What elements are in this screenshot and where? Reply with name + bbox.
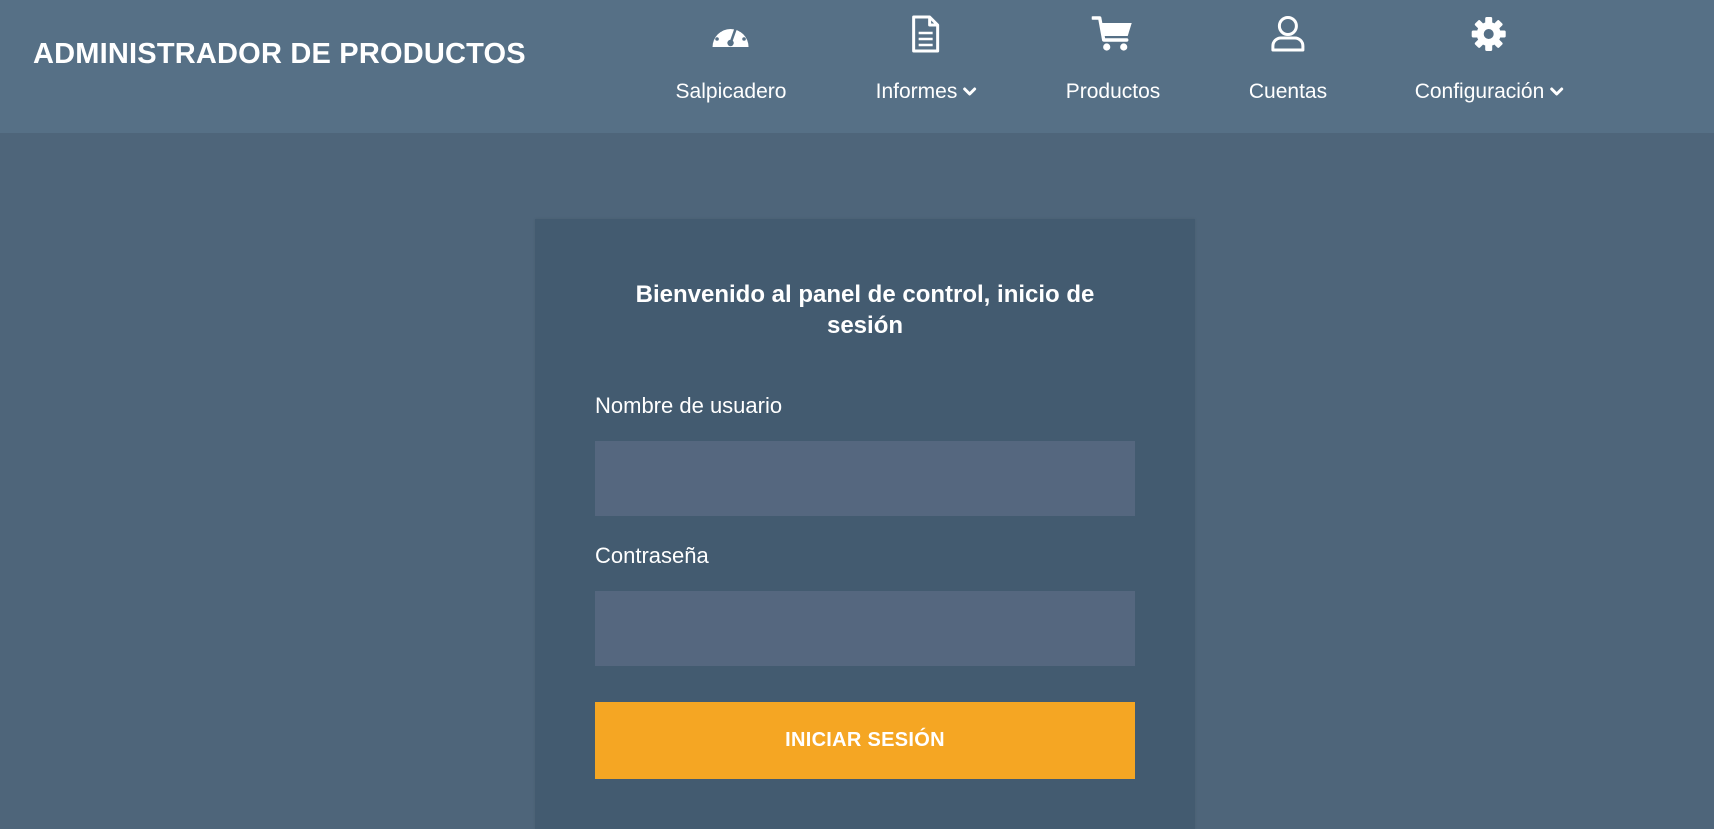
nav-label-configuracion: Configuración xyxy=(1414,80,1545,103)
password-input[interactable] xyxy=(595,591,1135,666)
nav-label-cuentas: Cuentas xyxy=(1248,80,1328,103)
nav-label-productos: Productos xyxy=(1065,80,1161,103)
file-icon xyxy=(905,14,947,54)
nav-item-informes[interactable]: Informes xyxy=(876,14,977,104)
username-label: Nombre de usuario xyxy=(595,393,783,418)
username-input[interactable] xyxy=(595,441,1135,516)
tachometer-icon xyxy=(710,14,752,54)
gear-icon xyxy=(1468,14,1510,54)
nav-label-salpicadero: Salpicadero xyxy=(675,80,787,103)
chevron-down-icon xyxy=(1549,87,1563,97)
nav-item-configuracion[interactable]: Configuración xyxy=(1415,14,1564,104)
nav-item-cuentas[interactable]: Cuentas xyxy=(1249,14,1327,104)
password-label: Contraseña xyxy=(595,543,709,568)
login-title: Bienvenido al panel de control, inicio d… xyxy=(635,281,1095,339)
shopping-cart-icon xyxy=(1092,14,1134,54)
brand-title[interactable]: ADMINISTRADOR DE PRODUCTOS xyxy=(33,38,526,71)
nav-label-informes: Informes xyxy=(875,80,958,103)
nav-item-salpicadero[interactable]: Salpicadero xyxy=(675,14,787,104)
top-navbar: ADMINISTRADOR DE PRODUCTOS Salpicadero I… xyxy=(0,0,1714,133)
user-icon xyxy=(1267,14,1309,54)
nav-item-productos[interactable]: Productos xyxy=(1065,14,1161,104)
chevron-down-icon xyxy=(962,87,976,97)
login-card: Bienvenido al panel de control, inicio d… xyxy=(535,219,1195,829)
login-button[interactable]: INICIAR SESIÓN xyxy=(595,702,1135,779)
